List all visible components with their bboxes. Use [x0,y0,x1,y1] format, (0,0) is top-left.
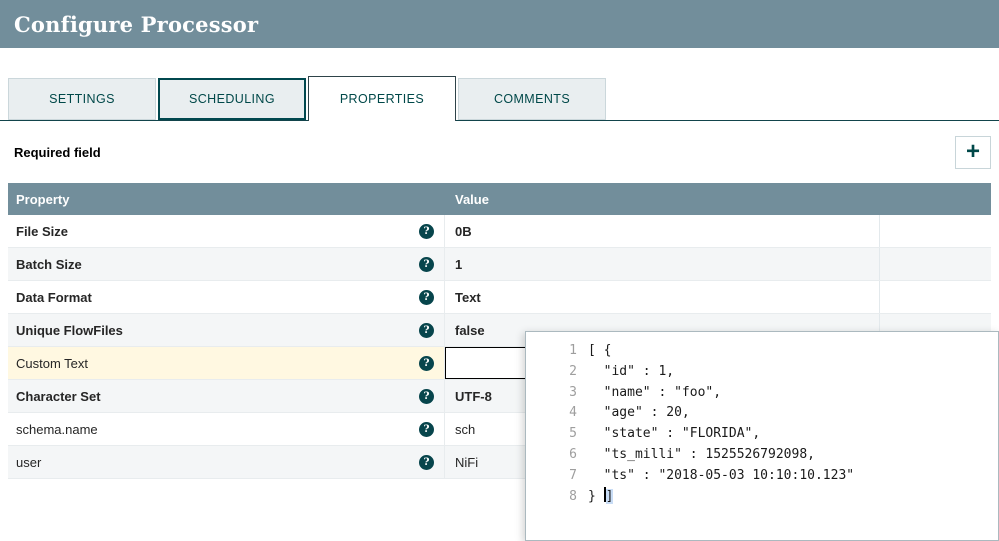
help-icon[interactable]: ? [419,422,434,437]
line-number: 8 [526,487,588,508]
editor-line: 1 [ { [526,341,998,362]
property-name: user [16,455,41,470]
line-number: 6 [526,445,588,466]
table-header-row: Property Value [8,183,991,215]
help-icon[interactable]: ? [419,323,434,338]
line-code: "state" : "FLORIDA", [588,424,760,445]
help-icon[interactable]: ? [419,389,434,404]
actions-cell [880,281,991,313]
line-number: 4 [526,403,588,424]
tab-label: COMMENTS [494,92,570,106]
property-name: File Size [16,224,68,239]
column-header-value: Value [445,192,880,207]
line-number: 7 [526,466,588,487]
line-code: } ] [588,487,613,508]
editor-line: 5 "state" : "FLORIDA", [526,424,998,445]
help-icon[interactable]: ? [419,224,434,239]
table-row[interactable]: Batch Size ? 1 [8,248,991,281]
value-cell[interactable]: 0B [445,215,880,247]
line-code: "name" : "foo", [588,383,721,404]
editor-line: 7 "ts" : "2018-05-03 10:10:10.123" [526,466,998,487]
property-value: UTF-8 [455,389,492,404]
selected-bracket: ] [606,489,614,504]
line-code: "id" : 1, [588,362,674,383]
line-code: "age" : 20, [588,403,690,424]
property-name: Batch Size [16,257,82,272]
editor-line: 8 } ] [526,487,998,508]
properties-toolbar: Required field + [8,133,991,171]
plus-icon: + [966,140,980,164]
line-number: 1 [526,341,588,362]
dialog-header: Configure Processor [0,0,999,48]
property-value: 0B [455,224,472,239]
property-value: sch [455,422,475,437]
line-number: 2 [526,362,588,383]
property-name: Unique FlowFiles [16,323,123,338]
line-code: [ { [588,341,611,362]
tab-comments[interactable]: COMMENTS [458,78,606,120]
tab-scheduling[interactable]: SCHEDULING [158,78,306,120]
property-cell: schema.name ? [8,413,445,445]
line-number: 5 [526,424,588,445]
actions-cell [880,248,991,280]
help-icon[interactable]: ? [419,290,434,305]
editor-line: 4 "age" : 20, [526,403,998,424]
tab-bar: SETTINGS SCHEDULING PROPERTIES COMMENTS [0,76,999,121]
table-row[interactable]: File Size ? 0B [8,215,991,248]
property-value: Text [455,290,481,305]
editor-line: 6 "ts_milli" : 1525526792098, [526,445,998,466]
add-property-button[interactable]: + [955,136,991,169]
help-icon[interactable]: ? [419,257,434,272]
line-number: 3 [526,383,588,404]
tab-properties[interactable]: PROPERTIES [308,76,456,121]
property-cell: Data Format ? [8,281,445,313]
property-cell: Custom Text ? [8,347,445,379]
tab-label: SETTINGS [49,92,115,106]
actions-cell [880,215,991,247]
property-name: Character Set [16,389,101,404]
property-cell: Batch Size ? [8,248,445,280]
table-row[interactable]: Data Format ? Text [8,281,991,314]
help-icon[interactable]: ? [419,356,434,371]
value-editor-popup[interactable]: 1 [ { 2 "id" : 1, 3 "name" : "foo", 4 "a… [525,331,999,541]
property-name: Custom Text [16,356,88,371]
property-name: schema.name [16,422,98,437]
editor-line: 2 "id" : 1, [526,362,998,383]
line-code: "ts_milli" : 1525526792098, [588,445,815,466]
property-cell: Unique FlowFiles ? [8,314,445,346]
editor-line: 3 "name" : "foo", [526,383,998,404]
value-cell[interactable]: Text [445,281,880,313]
property-cell: user ? [8,446,445,478]
tab-settings[interactable]: SETTINGS [8,78,156,120]
property-cell: Character Set ? [8,380,445,412]
value-cell[interactable]: 1 [445,248,880,280]
column-header-property: Property [8,192,445,207]
property-cell: File Size ? [8,215,445,247]
property-value: false [455,323,485,338]
line-code: "ts" : "2018-05-03 10:10:10.123" [588,466,854,487]
property-value: NiFi [455,455,478,470]
tab-label: PROPERTIES [340,92,424,106]
help-icon[interactable]: ? [419,455,434,470]
required-field-label: Required field [8,145,101,160]
property-name: Data Format [16,290,92,305]
property-value: 1 [455,257,462,272]
tab-label: SCHEDULING [189,92,275,106]
dialog-title: Configure Processor [14,12,258,37]
